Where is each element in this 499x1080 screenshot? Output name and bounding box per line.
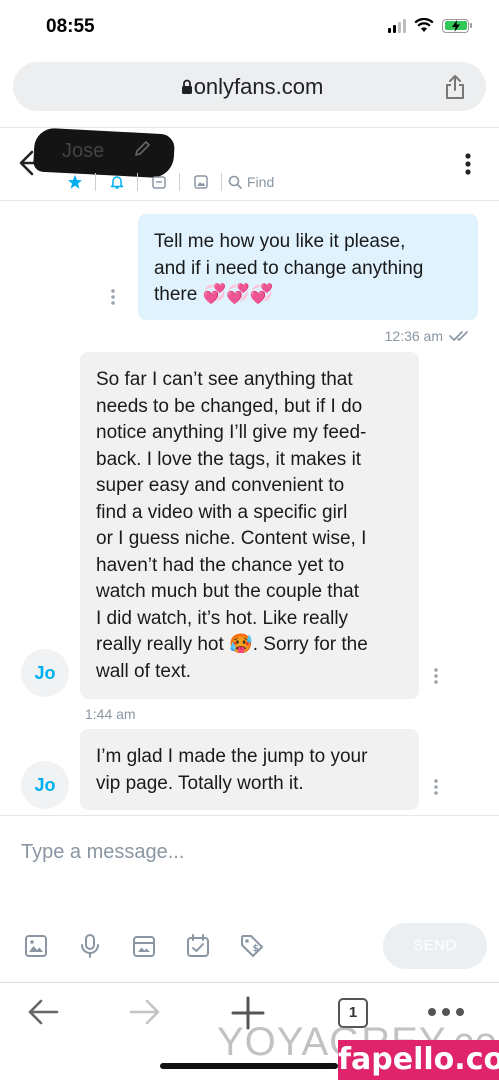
status-time: 08:55 (46, 16, 95, 37)
url-label: onlyfans.com (193, 74, 324, 99)
avatar[interactable]: Jo (21, 649, 69, 697)
gallery-icon[interactable] (184, 171, 217, 193)
share-icon[interactable] (444, 74, 466, 100)
browser-forward-icon[interactable] (128, 997, 162, 1027)
message-line: notice anything I’ll give my feed- (96, 422, 367, 443)
search-icon (228, 175, 242, 189)
compose-tools: $ (22, 932, 266, 960)
message-input[interactable] (21, 841, 461, 864)
message-options-icon[interactable] (433, 778, 439, 796)
bell-icon[interactable] (100, 171, 133, 193)
message-options-icon[interactable] (110, 288, 116, 306)
message-line: back. I love the tags, it makes it (96, 448, 362, 470)
find-button[interactable]: Find (228, 174, 274, 190)
price-tag-icon[interactable]: $ (238, 932, 266, 960)
watermark-badge: fapello.com (338, 1040, 499, 1080)
message-line: I did watch, it’s hot. Like really (96, 607, 349, 629)
url-text: onlyfans.com (13, 74, 486, 100)
svg-text:$: $ (253, 944, 259, 954)
message-timestamp: 12:36 am (385, 328, 473, 344)
more-menu-icon[interactable] (427, 1007, 465, 1017)
message-line: and if i need to change anything (154, 257, 424, 279)
message-timestamp: 1:44 am (85, 706, 136, 722)
message-line: there 💞💞💞 (154, 284, 274, 305)
message-line: needs to be changed, but if I do (96, 395, 363, 417)
message-line: find a video with a specific girl (96, 501, 348, 523)
browser-back-icon[interactable] (26, 997, 60, 1027)
message-line: really really hot 🥵. Sorry for the (96, 634, 368, 655)
address-bar[interactable]: onlyfans.com (13, 62, 486, 111)
send-button[interactable]: SEND (383, 923, 487, 969)
message-line: super easy and convenient to (96, 475, 345, 496)
message-line: or I guess niche. Content wise, I (96, 528, 367, 549)
home-indicator (160, 1063, 338, 1069)
message-line: watch much but the couple that (96, 581, 359, 602)
microphone-icon[interactable] (76, 932, 104, 960)
message-line: Tell me how you like it please, (154, 231, 406, 252)
cellular-signal-icon (388, 18, 406, 33)
media-vault-icon[interactable] (142, 171, 175, 193)
find-label: Find (247, 174, 275, 190)
pencil-icon[interactable] (133, 140, 151, 158)
schedule-icon[interactable] (184, 932, 212, 960)
status-icons (388, 18, 472, 33)
read-receipt-icon (449, 331, 468, 341)
more-options-icon[interactable] (465, 153, 471, 175)
vault-icon[interactable] (130, 932, 158, 960)
message-line: haven’t had the chance yet to (96, 554, 345, 576)
message-options-icon[interactable] (433, 667, 439, 685)
message-line: vip page. Totally worth it. (96, 772, 304, 794)
image-icon[interactable] (22, 932, 50, 960)
message-line: wall of text. (96, 660, 192, 682)
star-icon[interactable] (58, 171, 91, 193)
timestamp-text: 12:36 am (384, 328, 443, 344)
wifi-icon (414, 18, 434, 32)
message-bubble-outgoing[interactable]: Tell me how you like it please, and if i… (138, 214, 478, 320)
message-bubble-incoming[interactable]: I’m glad I made the jump to your vip pag… (80, 729, 419, 810)
avatar[interactable]: Jo (21, 761, 69, 809)
compose-area: $ SEND (0, 815, 499, 985)
message-line: So far I can’t see anything that (96, 369, 353, 390)
chat-tools: Find (58, 171, 274, 193)
status-bar: 08:55 (0, 0, 499, 56)
contact-name[interactable]: Jose (62, 140, 104, 163)
chat-header: Jose Find (0, 127, 499, 201)
message-bubble-incoming[interactable]: So far I can’t see anything that needs t… (80, 352, 419, 699)
message-line: I’m glad I made the jump to your (96, 746, 368, 767)
message-list[interactable]: Tell me how you like it please, and if i… (0, 201, 499, 814)
battery-icon (442, 18, 472, 33)
